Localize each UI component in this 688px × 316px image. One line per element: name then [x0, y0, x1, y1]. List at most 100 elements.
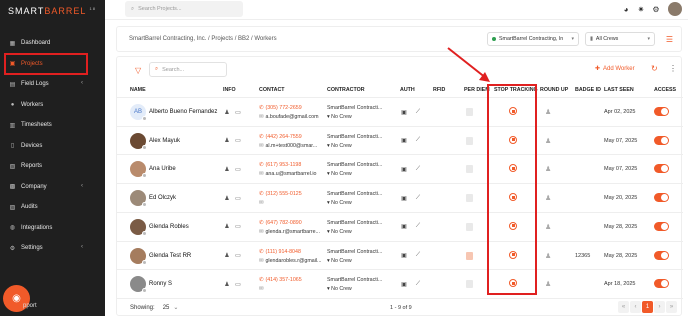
per-diem-icon[interactable]: [466, 108, 473, 116]
person-icon[interactable]: ♟: [223, 223, 231, 231]
worker-name[interactable]: Alberto Bueno Fernandez: [149, 109, 217, 115]
device-icon[interactable]: ▣: [400, 280, 408, 288]
sidebar-item-devices[interactable]: ▯ Devices: [0, 136, 105, 157]
status-icon[interactable]: ◕: [620, 3, 632, 15]
sidebar-item-dashboard[interactable]: ▦ Dashboard: [0, 33, 105, 54]
sidebar-item-company[interactable]: ▩ Company ‹: [0, 177, 105, 198]
table-row[interactable]: Glenda Robles ♟ ▭ ✆ (647) 782-0890 ✉ glend…: [117, 211, 683, 241]
per-diem-icon[interactable]: [466, 165, 473, 174]
id-card-icon[interactable]: ▭: [234, 108, 242, 116]
round-up-icon[interactable]: ♟: [545, 223, 551, 231]
rfid-icon[interactable]: ⟋: [414, 280, 422, 288]
page-size-select[interactable]: Showing: 25 ⌄: [130, 304, 178, 311]
gear-icon[interactable]: ⚙: [650, 3, 662, 15]
id-card-icon[interactable]: ▭: [234, 252, 242, 260]
worker-name[interactable]: Alex Mayuk: [149, 138, 180, 144]
round-up-icon[interactable]: ♟: [545, 165, 551, 173]
access-toggle[interactable]: [654, 221, 669, 231]
round-up-icon[interactable]: ♟: [545, 137, 551, 145]
device-icon[interactable]: ▣: [400, 252, 408, 260]
worker-name[interactable]: Glenda Test RR: [149, 253, 191, 259]
per-diem-icon[interactable]: [466, 136, 473, 145]
worker-name[interactable]: Ed Olczyk: [149, 195, 176, 201]
table-row[interactable]: AB Alberto Bueno Fernandez ♟ ▭ ✆ (305) 77…: [117, 97, 683, 126]
support-link[interactable]: pport: [23, 303, 37, 309]
last-page-button[interactable]: »: [666, 301, 677, 313]
per-diem-icon[interactable]: [466, 280, 473, 289]
company-select[interactable]: SmartBarrel Contracting, In ▾: [487, 32, 579, 46]
phone-link[interactable]: (647) 782-0890: [265, 220, 301, 226]
rfid-icon[interactable]: ⟋: [414, 194, 422, 202]
round-up-icon[interactable]: ♟: [545, 280, 551, 288]
first-page-button[interactable]: «: [618, 301, 629, 313]
device-icon[interactable]: ▣: [400, 194, 408, 202]
sidebar-item-workers[interactable]: ● Workers: [0, 95, 105, 116]
email-link[interactable]: a.boufade@gmail.com: [265, 114, 318, 120]
person-icon[interactable]: ♟: [223, 165, 231, 173]
person-icon[interactable]: ♟: [223, 137, 231, 145]
phone-link[interactable]: (617) 953-1198: [265, 162, 301, 168]
id-card-icon[interactable]: ▭: [234, 165, 242, 173]
prev-page-button[interactable]: ‹: [630, 301, 641, 313]
breadcrumb[interactable]: SmartBarrel Contracting, Inc. / Projects…: [129, 36, 277, 42]
email-link[interactable]: glendarobles.r@gmail...: [265, 258, 321, 264]
device-icon[interactable]: ▣: [400, 137, 408, 145]
phone-link[interactable]: (312) 555-0125: [265, 191, 301, 197]
round-up-icon[interactable]: ♟: [545, 108, 551, 116]
id-card-icon[interactable]: ▭: [234, 194, 242, 202]
crews-select[interactable]: ▮ All Crews ▾: [585, 32, 655, 46]
user-avatar[interactable]: [668, 2, 682, 16]
more-vertical-icon[interactable]: ⋮: [669, 64, 677, 73]
avatar[interactable]: [130, 161, 147, 179]
device-icon[interactable]: ▣: [400, 108, 408, 116]
person-icon[interactable]: ♟: [223, 252, 231, 260]
avatar[interactable]: AB: [130, 104, 147, 121]
worker-name[interactable]: Ronny S: [149, 281, 172, 287]
person-icon[interactable]: ♟: [223, 194, 231, 202]
avatar[interactable]: [130, 190, 147, 208]
table-row[interactable]: Glenda Test RR ♟ ▭ ✆ (111) 914-8048 ✉ glen…: [117, 240, 683, 270]
sidebar-item-settings[interactable]: ⚙ Settings ‹: [0, 238, 105, 259]
id-card-icon[interactable]: ▭: [234, 280, 242, 288]
add-worker-button[interactable]: ✚ Add Worker: [595, 65, 635, 73]
id-card-icon[interactable]: ▭: [234, 223, 242, 231]
rfid-icon[interactable]: ⟋: [414, 137, 422, 145]
per-diem-icon[interactable]: [466, 194, 473, 203]
worker-name[interactable]: Glenda Robles: [149, 224, 189, 230]
person-icon[interactable]: ♟: [223, 280, 231, 288]
per-diem-icon[interactable]: [466, 251, 473, 260]
sidebar-item-reports[interactable]: ▧ Reports: [0, 156, 105, 177]
filter-icon[interactable]: ▽: [135, 66, 141, 75]
access-toggle[interactable]: [654, 193, 669, 203]
access-toggle[interactable]: [654, 164, 669, 174]
avatar[interactable]: [130, 132, 147, 150]
access-toggle[interactable]: [654, 279, 669, 289]
sidebar-item-audits[interactable]: ▨ Audits: [0, 197, 105, 218]
phone-link[interactable]: (305) 772-2659: [265, 105, 301, 111]
sidebar-item-integrations[interactable]: ◍ Integrations: [0, 218, 105, 239]
id-card-icon[interactable]: ▭: [234, 137, 242, 145]
project-search-input[interactable]: ⌕ Search Projects...: [125, 1, 243, 17]
email-link[interactable]: ana.u@smartbarrel.io: [265, 171, 316, 177]
device-icon[interactable]: ▣: [400, 223, 408, 231]
table-row[interactable]: Ed Olczyk ♟ ▭ ✆ (312) 555-0125 ✉ SmartBar…: [117, 183, 683, 212]
rfid-icon[interactable]: ⟋: [414, 223, 422, 231]
person-icon[interactable]: ♟: [223, 108, 231, 116]
next-page-button[interactable]: ›: [654, 301, 665, 313]
email-link[interactable]: al.m+test000@smar...: [265, 143, 317, 149]
table-row[interactable]: Ana Uribe ♟ ▭ ✆ (617) 953-1198 ✉ ana.u@sma…: [117, 154, 683, 183]
device-icon[interactable]: ▣: [400, 165, 408, 173]
access-toggle[interactable]: [654, 107, 669, 116]
sidebar-item-timesheets[interactable]: ▥ Timesheets: [0, 115, 105, 136]
rfid-icon[interactable]: ⟋: [414, 252, 422, 260]
phone-link[interactable]: (111) 914-8048: [265, 249, 300, 255]
round-up-icon[interactable]: ♟: [545, 194, 551, 202]
menu-icon[interactable]: ☰: [666, 35, 673, 44]
avatar[interactable]: [130, 276, 147, 294]
rfid-icon[interactable]: ⟋: [414, 108, 422, 116]
avatar[interactable]: [130, 218, 147, 236]
table-row[interactable]: Alex Mayuk ♟ ▭ ✆ (442) 264-7559 ✉ al.m+tes…: [117, 125, 683, 155]
refresh-icon[interactable]: ↻: [651, 64, 658, 73]
round-up-icon[interactable]: ♟: [545, 252, 551, 260]
sidebar-item-field-logs[interactable]: ▤ Field Logs ‹: [0, 74, 105, 95]
